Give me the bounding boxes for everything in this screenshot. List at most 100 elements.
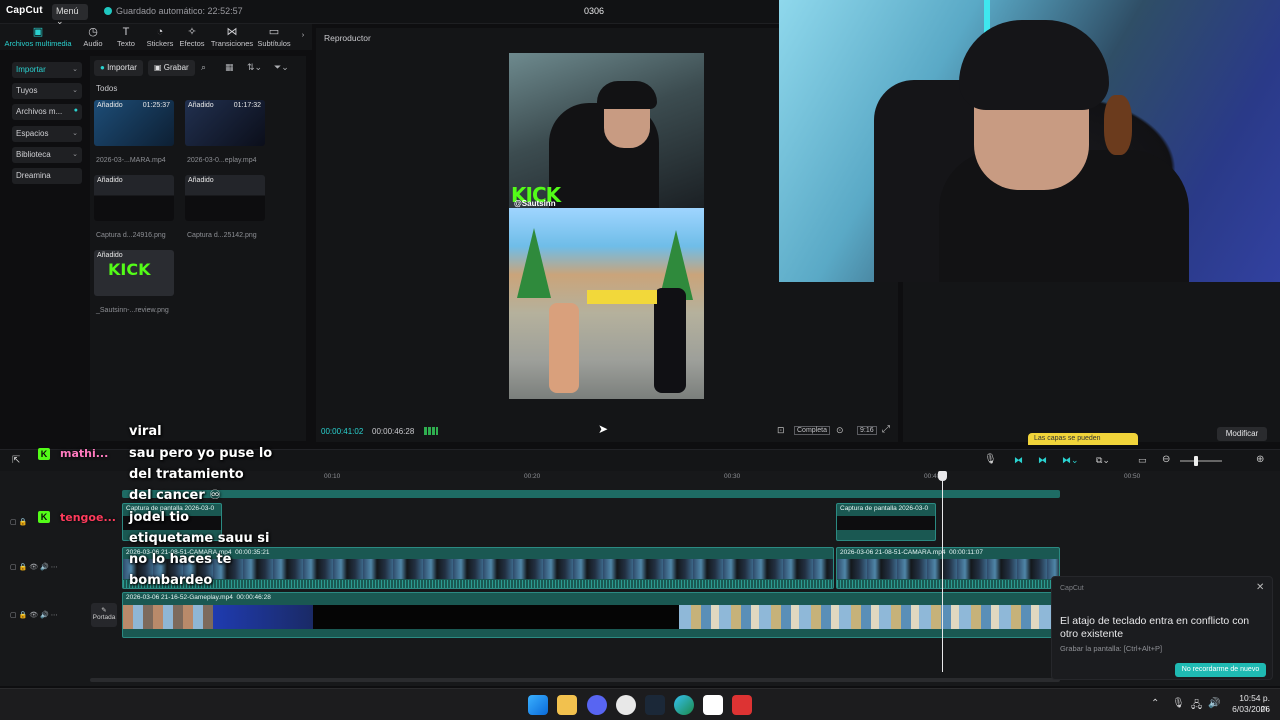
media-name: 2026-03-...MARA.mp4 bbox=[96, 157, 166, 164]
nav-import[interactable]: Importar ⌄ bbox=[12, 62, 82, 78]
cover-button[interactable]: ✎ Portada bbox=[91, 603, 117, 627]
import-button[interactable]: ● Importar bbox=[94, 60, 143, 76]
split-icon[interactable]: ⧉⌄ bbox=[1096, 455, 1110, 466]
link-icon[interactable]: ⧓ bbox=[1038, 455, 1047, 466]
tab-effects[interactable]: ✧ Efectos bbox=[171, 26, 213, 48]
dont-remind-button[interactable]: No recordarme de nuevo bbox=[1175, 663, 1266, 677]
discord-icon[interactable] bbox=[587, 695, 607, 715]
track-controls[interactable]: ▢ 🔒 👁 🔊 ⋯ bbox=[10, 563, 58, 571]
video-clip-camera[interactable]: 2026-03-06 21-08-51-CAMARA.mp4 00:00:11:… bbox=[836, 547, 1060, 589]
media-duration: 01:17:32 bbox=[233, 102, 261, 109]
start-icon[interactable] bbox=[528, 695, 548, 715]
toast-message: El atajo de teclado entra en conflicto c… bbox=[1060, 615, 1250, 640]
filmstrip bbox=[679, 605, 1059, 629]
close-icon[interactable]: ✕ bbox=[1256, 582, 1264, 593]
tabs-next-arrow[interactable]: › bbox=[296, 30, 310, 39]
media-item[interactable]: Añadido 01:25:37 bbox=[94, 100, 174, 146]
media-item[interactable]: Añadido KICK bbox=[94, 250, 174, 296]
microphone-icon[interactable]: 🎙 bbox=[1172, 698, 1185, 709]
sort-icon[interactable]: ⇅⌄ bbox=[247, 62, 262, 73]
aspect-ratio-button[interactable]: 9:16 bbox=[857, 426, 877, 435]
tab-subtitles[interactable]: ▭ Subtítulos bbox=[252, 26, 296, 48]
select-tool-icon[interactable]: ⇱ bbox=[12, 455, 20, 466]
taskbar: ⌃ 🎙 🖧 🔊 10:54 p. m. 6/03/2026 bbox=[0, 688, 1280, 720]
nav-spaces[interactable]: Espacios ⌄ bbox=[12, 126, 82, 142]
import-label: Importar bbox=[107, 63, 137, 72]
kick-logo-thumb: KICK bbox=[108, 260, 151, 279]
tab-label: Efectos bbox=[179, 39, 205, 48]
zoom-out-icon[interactable]: ⊖ bbox=[1162, 454, 1170, 465]
text-track-clip[interactable] bbox=[122, 490, 1060, 498]
record-label: Grabar bbox=[163, 63, 189, 72]
file-explorer-icon[interactable] bbox=[557, 695, 577, 715]
video-preview[interactable]: KICK @Sautsinn bbox=[509, 53, 704, 399]
chevron-down-icon: ⌄ bbox=[72, 151, 78, 158]
nav-yours[interactable]: Tuyos ⌄ bbox=[12, 83, 82, 99]
search-icon[interactable]: ⌕ bbox=[201, 62, 206, 73]
nav-library[interactable]: Biblioteca ⌄ bbox=[12, 147, 82, 163]
clip-label: 2026-03-06 21-08-51-CAMARA.mp4 00:00:11:… bbox=[840, 549, 983, 556]
track-controls[interactable]: ▢ 🔒 bbox=[10, 518, 27, 526]
all-media-label: Todos bbox=[96, 84, 118, 93]
added-badge: Añadido bbox=[97, 102, 123, 109]
crop-icon[interactable]: ⊡ bbox=[777, 425, 785, 436]
nav-label: Espacios bbox=[16, 129, 49, 138]
chat-line: del tratamiento bbox=[129, 467, 244, 482]
chevron-right-icon: › bbox=[301, 30, 305, 39]
track-controls[interactable]: ▢ 🔒 👁 🔊 ⋯ bbox=[10, 611, 58, 619]
tab-label: Audio bbox=[83, 39, 103, 48]
ruler-tick: 00:10 bbox=[324, 473, 341, 480]
tab-label: Subtítulos bbox=[257, 39, 291, 48]
chat-line: viral bbox=[129, 424, 162, 439]
tab-transitions[interactable]: ⋈ Transiciones bbox=[208, 26, 256, 48]
nav-media-files[interactable]: Archivos m... ● bbox=[12, 104, 82, 120]
magnet-icon[interactable]: ⧓ bbox=[1014, 455, 1023, 466]
full-quality-button[interactable]: Completa bbox=[794, 426, 830, 435]
playhead[interactable] bbox=[942, 472, 943, 672]
autosave-text: Guardado automático: 22:52:57 bbox=[116, 6, 243, 16]
caption-icon[interactable]: ▭ bbox=[1138, 455, 1147, 466]
media-item[interactable]: Añadido bbox=[94, 175, 174, 221]
zoom-in-icon[interactable]: ⊕ bbox=[1256, 454, 1264, 465]
nav-label: Importar bbox=[16, 65, 46, 74]
chat-line: sau pero yo puse lo bbox=[129, 446, 273, 461]
chat-line: del cancer ♾ bbox=[129, 488, 221, 503]
steam-icon[interactable] bbox=[645, 695, 665, 715]
media-item[interactable]: Añadido 01:17:32 bbox=[185, 100, 265, 146]
video-clip-gameplay[interactable]: 2026-03-06 21-16-52-Gameplay.mp4 00:00:4… bbox=[122, 592, 1060, 638]
filmstrip bbox=[313, 605, 679, 629]
chevron-down-icon: ⌄ bbox=[72, 66, 78, 73]
clock-date[interactable]: 6/03/2026 bbox=[1228, 704, 1270, 714]
tray-expand-icon[interactable]: ⌃ bbox=[1151, 698, 1159, 709]
media-item[interactable]: Añadido bbox=[185, 175, 265, 221]
image-clip[interactable]: Captura de pantalla 2026-03-0 bbox=[836, 503, 936, 541]
grid-view-icon[interactable]: ▦ bbox=[225, 62, 234, 73]
fullscreen-icon[interactable]: ⤢ bbox=[882, 424, 890, 435]
timeline-scrollbar[interactable] bbox=[90, 678, 1060, 682]
edge-icon[interactable] bbox=[674, 695, 694, 715]
time-ruler[interactable]: 00:10 00:20 00:30 00:40 00:50 bbox=[120, 471, 1280, 485]
capcut-icon[interactable] bbox=[703, 695, 723, 715]
filter-icon[interactable]: ⏷⌄ bbox=[274, 62, 289, 73]
nav-dreamina[interactable]: Dreamina bbox=[12, 168, 82, 184]
media-name: Captura d...24916.png bbox=[96, 232, 166, 239]
properties-panel bbox=[903, 280, 1280, 442]
zoom-slider-thumb[interactable] bbox=[1194, 456, 1198, 466]
volume-icon[interactable]: 🔊 bbox=[1208, 698, 1220, 709]
network-icon[interactable]: 🖧 bbox=[1191, 698, 1202, 715]
microphone-icon[interactable]: 🎙 bbox=[984, 454, 997, 465]
app-icon[interactable] bbox=[732, 695, 752, 715]
zoom-slider[interactable] bbox=[1180, 456, 1222, 466]
app-icon[interactable] bbox=[616, 695, 636, 715]
added-badge: Añadido bbox=[97, 177, 123, 184]
modify-button[interactable]: Modificar bbox=[1217, 427, 1267, 441]
preview-axis-icon[interactable]: ⧓⌄ bbox=[1062, 455, 1079, 466]
filmstrip bbox=[837, 559, 1059, 579]
tab-media[interactable]: ▣ Archivos multimedia bbox=[4, 26, 72, 48]
menu-button[interactable]: Menú ⌄ bbox=[52, 4, 88, 26]
playhead-handle[interactable] bbox=[938, 471, 947, 481]
chevron-down-icon: ⌄ bbox=[72, 130, 78, 137]
record-button[interactable]: ▣ Grabar bbox=[148, 60, 195, 76]
snapshot-icon[interactable]: ⊙ bbox=[836, 425, 844, 436]
chat-line: bombardeo bbox=[129, 573, 213, 588]
